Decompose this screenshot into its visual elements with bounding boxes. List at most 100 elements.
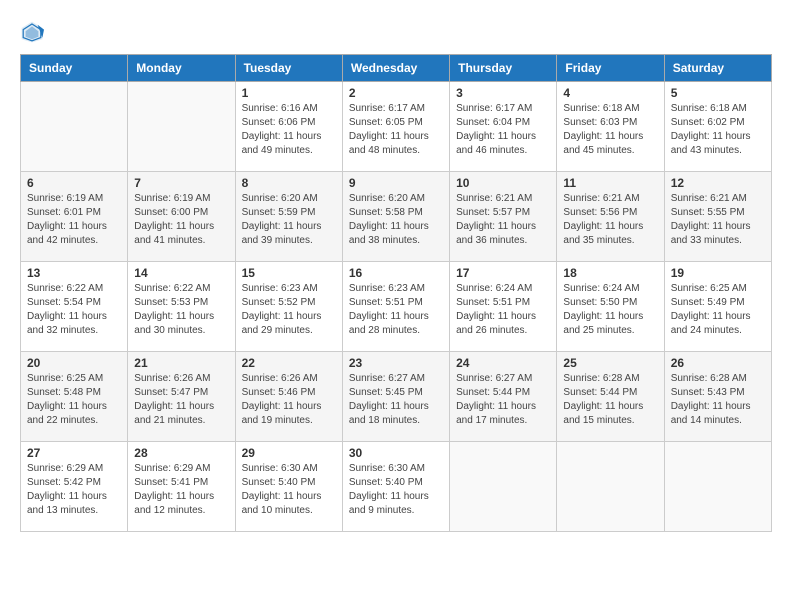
day-info: Sunrise: 6:30 AM Sunset: 5:40 PM Dayligh… xyxy=(242,462,336,518)
day-cell: 21Sunrise: 6:26 AM Sunset: 5:47 PM Dayli… xyxy=(128,352,235,442)
day-number: 24 xyxy=(456,356,550,370)
week-row-3: 13 Sunrise: 6:22 AM Sunset: 5:54 PM Dayli… xyxy=(21,262,772,352)
day-number: 22 xyxy=(242,356,336,370)
day-number: 23 xyxy=(349,356,443,370)
day-cell xyxy=(21,82,128,172)
column-header-thursday: Thursday xyxy=(450,55,557,82)
day-number: 15 xyxy=(242,266,336,280)
day-cell: 10 Sunrise: 6:21 AM Sunset: 5:57 PM Dayli… xyxy=(450,172,557,262)
column-header-wednesday: Wednesday xyxy=(342,55,449,82)
day-number: 14 xyxy=(134,266,228,280)
day-info: Sunrise: 6:26 AM Sunset: 5:47 PM Dayligh… xyxy=(134,372,228,428)
day-info: Sunrise: 6:27 AM Sunset: 5:44 PM Dayligh… xyxy=(456,372,550,428)
day-number: 8 xyxy=(242,176,336,190)
day-info: Sunrise: 6:28 AM Sunset: 5:44 PM Dayligh… xyxy=(563,372,657,428)
day-number: 3 xyxy=(456,86,550,100)
day-cell: 19 Sunrise: 6:25 AM Sunset: 5:49 PM Dayli… xyxy=(664,262,771,352)
day-cell: 5 Sunrise: 6:18 AM Sunset: 6:02 PM Daylig… xyxy=(664,82,771,172)
day-cell: 16Sunrise: 6:23 AM Sunset: 5:51 PM Dayli… xyxy=(342,262,449,352)
column-header-friday: Friday xyxy=(557,55,664,82)
day-number: 6 xyxy=(27,176,121,190)
column-header-monday: Monday xyxy=(128,55,235,82)
day-info: Sunrise: 6:25 AM Sunset: 5:49 PM Dayligh… xyxy=(671,282,765,338)
day-info: Sunrise: 6:19 AM Sunset: 6:00 PM Dayligh… xyxy=(134,192,228,248)
day-info: Sunrise: 6:18 AM Sunset: 6:02 PM Dayligh… xyxy=(671,102,765,158)
day-number: 27 xyxy=(27,446,121,460)
day-info: Sunrise: 6:27 AM Sunset: 5:45 PM Dayligh… xyxy=(349,372,443,428)
day-cell: 18 Sunrise: 6:24 AM Sunset: 5:50 PM Dayli… xyxy=(557,262,664,352)
day-cell: 27 Sunrise: 6:29 AM Sunset: 5:42 PM Dayli… xyxy=(21,442,128,532)
calendar-table: SundayMondayTuesdayWednesdayThursdayFrid… xyxy=(20,54,772,532)
day-info: Sunrise: 6:24 AM Sunset: 5:50 PM Dayligh… xyxy=(563,282,657,338)
day-number: 25 xyxy=(563,356,657,370)
day-info: Sunrise: 6:21 AM Sunset: 5:57 PM Dayligh… xyxy=(456,192,550,248)
day-number: 16 xyxy=(349,266,443,280)
day-cell: 14 Sunrise: 6:22 AM Sunset: 5:53 PM Dayli… xyxy=(128,262,235,352)
day-number: 20 xyxy=(27,356,121,370)
day-cell xyxy=(128,82,235,172)
week-row-5: 27 Sunrise: 6:29 AM Sunset: 5:42 PM Dayli… xyxy=(21,442,772,532)
day-info: Sunrise: 6:20 AM Sunset: 5:58 PM Dayligh… xyxy=(349,192,443,248)
day-cell: 26Sunrise: 6:28 AM Sunset: 5:43 PM Dayli… xyxy=(664,352,771,442)
day-cell: 25 Sunrise: 6:28 AM Sunset: 5:44 PM Dayli… xyxy=(557,352,664,442)
day-number: 30 xyxy=(349,446,443,460)
logo xyxy=(20,20,48,44)
day-cell: 20 Sunrise: 6:25 AM Sunset: 5:48 PM Dayli… xyxy=(21,352,128,442)
day-cell: 8 Sunrise: 6:20 AM Sunset: 5:59 PM Daylig… xyxy=(235,172,342,262)
day-info: Sunrise: 6:21 AM Sunset: 5:56 PM Dayligh… xyxy=(563,192,657,248)
day-info: Sunrise: 6:29 AM Sunset: 5:41 PM Dayligh… xyxy=(134,462,228,518)
day-info: Sunrise: 6:19 AM Sunset: 6:01 PM Dayligh… xyxy=(27,192,121,248)
day-info: Sunrise: 6:24 AM Sunset: 5:51 PM Dayligh… xyxy=(456,282,550,338)
day-info: Sunrise: 6:29 AM Sunset: 5:42 PM Dayligh… xyxy=(27,462,121,518)
day-number: 28 xyxy=(134,446,228,460)
day-number: 19 xyxy=(671,266,765,280)
day-cell xyxy=(664,442,771,532)
day-cell: 4 Sunrise: 6:18 AM Sunset: 6:03 PM Daylig… xyxy=(557,82,664,172)
day-cell: 9 Sunrise: 6:20 AM Sunset: 5:58 PM Daylig… xyxy=(342,172,449,262)
day-cell: 30Sunrise: 6:30 AM Sunset: 5:40 PM Dayli… xyxy=(342,442,449,532)
day-cell: 22 Sunrise: 6:26 AM Sunset: 5:46 PM Dayli… xyxy=(235,352,342,442)
day-info: Sunrise: 6:26 AM Sunset: 5:46 PM Dayligh… xyxy=(242,372,336,428)
day-info: Sunrise: 6:17 AM Sunset: 6:04 PM Dayligh… xyxy=(456,102,550,158)
day-number: 5 xyxy=(671,86,765,100)
day-cell: 28 Sunrise: 6:29 AM Sunset: 5:41 PM Dayli… xyxy=(128,442,235,532)
day-info: Sunrise: 6:28 AM Sunset: 5:43 PM Dayligh… xyxy=(671,372,765,428)
day-number: 4 xyxy=(563,86,657,100)
logo-icon xyxy=(20,20,44,44)
day-number: 13 xyxy=(27,266,121,280)
day-cell: 6 Sunrise: 6:19 AM Sunset: 6:01 PM Daylig… xyxy=(21,172,128,262)
day-info: Sunrise: 6:21 AM Sunset: 5:55 PM Dayligh… xyxy=(671,192,765,248)
day-info: Sunrise: 6:16 AM Sunset: 6:06 PM Dayligh… xyxy=(242,102,336,158)
day-number: 29 xyxy=(242,446,336,460)
day-number: 11 xyxy=(563,176,657,190)
day-cell: 29 Sunrise: 6:30 AM Sunset: 5:40 PM Dayli… xyxy=(235,442,342,532)
day-info: Sunrise: 6:22 AM Sunset: 5:54 PM Dayligh… xyxy=(27,282,121,338)
day-info: Sunrise: 6:25 AM Sunset: 5:48 PM Dayligh… xyxy=(27,372,121,428)
day-number: 18 xyxy=(563,266,657,280)
day-info: Sunrise: 6:22 AM Sunset: 5:53 PM Dayligh… xyxy=(134,282,228,338)
calendar-header-row: SundayMondayTuesdayWednesdayThursdayFrid… xyxy=(21,55,772,82)
day-cell: 11 Sunrise: 6:21 AM Sunset: 5:56 PM Dayli… xyxy=(557,172,664,262)
week-row-1: 1 Sunrise: 6:16 AM Sunset: 6:06 PM Daylig… xyxy=(21,82,772,172)
page-header xyxy=(20,20,772,44)
day-info: Sunrise: 6:23 AM Sunset: 5:52 PM Dayligh… xyxy=(242,282,336,338)
day-cell: 1 Sunrise: 6:16 AM Sunset: 6:06 PM Daylig… xyxy=(235,82,342,172)
day-number: 7 xyxy=(134,176,228,190)
column-header-tuesday: Tuesday xyxy=(235,55,342,82)
day-info: Sunrise: 6:18 AM Sunset: 6:03 PM Dayligh… xyxy=(563,102,657,158)
day-cell: 12Sunrise: 6:21 AM Sunset: 5:55 PM Dayli… xyxy=(664,172,771,262)
day-cell: 7 Sunrise: 6:19 AM Sunset: 6:00 PM Daylig… xyxy=(128,172,235,262)
week-row-4: 20 Sunrise: 6:25 AM Sunset: 5:48 PM Dayli… xyxy=(21,352,772,442)
column-header-sunday: Sunday xyxy=(21,55,128,82)
day-number: 2 xyxy=(349,86,443,100)
day-number: 10 xyxy=(456,176,550,190)
day-info: Sunrise: 6:20 AM Sunset: 5:59 PM Dayligh… xyxy=(242,192,336,248)
day-cell: 15 Sunrise: 6:23 AM Sunset: 5:52 PM Dayli… xyxy=(235,262,342,352)
day-cell: 17 Sunrise: 6:24 AM Sunset: 5:51 PM Dayli… xyxy=(450,262,557,352)
day-cell: 2Sunrise: 6:17 AM Sunset: 6:05 PM Daylig… xyxy=(342,82,449,172)
day-number: 1 xyxy=(242,86,336,100)
day-cell xyxy=(450,442,557,532)
day-number: 17 xyxy=(456,266,550,280)
day-cell: 13 Sunrise: 6:22 AM Sunset: 5:54 PM Dayli… xyxy=(21,262,128,352)
day-number: 9 xyxy=(349,176,443,190)
